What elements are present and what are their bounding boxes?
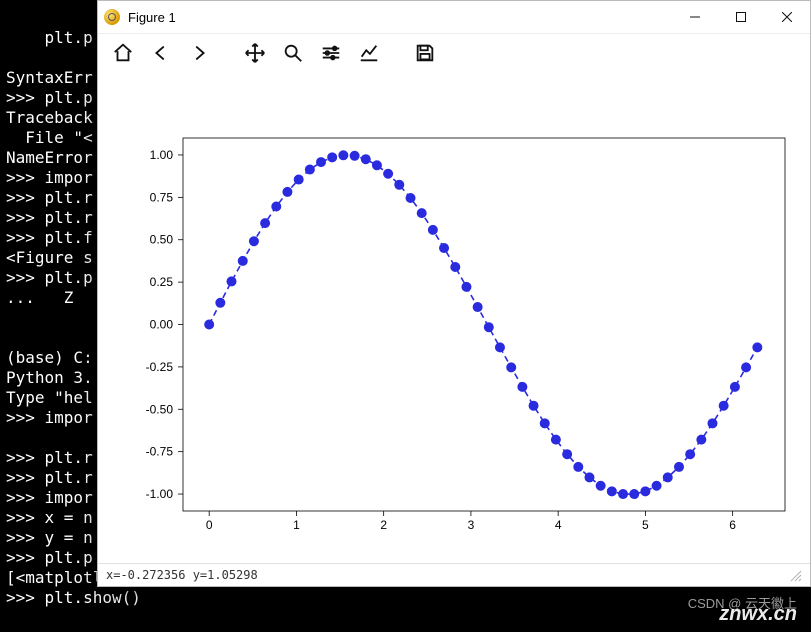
svg-text:6: 6 [729, 518, 736, 532]
svg-text:0.50: 0.50 [150, 233, 174, 247]
pan-icon[interactable] [236, 37, 274, 69]
svg-text:2: 2 [380, 518, 387, 532]
figure-statusbar: x=-0.272356 y=1.05298 [98, 563, 810, 586]
zoom-icon[interactable] [274, 37, 312, 69]
matplotlib-icon [104, 9, 120, 25]
save-icon[interactable] [406, 37, 444, 69]
edit-axis-icon[interactable] [350, 37, 388, 69]
figure-window: Figure 1 [97, 0, 811, 587]
forward-icon[interactable] [180, 37, 218, 69]
maximize-button[interactable] [718, 1, 764, 33]
svg-text:-0.25: -0.25 [146, 360, 174, 374]
svg-text:0.00: 0.00 [150, 318, 174, 332]
back-icon[interactable] [142, 37, 180, 69]
svg-text:4: 4 [555, 518, 562, 532]
configure-subplots-icon[interactable] [312, 37, 350, 69]
svg-text:3: 3 [468, 518, 475, 532]
svg-text:-0.50: -0.50 [146, 402, 174, 416]
svg-text:5: 5 [642, 518, 649, 532]
figure-titlebar: Figure 1 [98, 1, 810, 34]
svg-text:1.00: 1.00 [150, 148, 174, 162]
svg-text:1: 1 [293, 518, 300, 532]
svg-text:0: 0 [206, 518, 213, 532]
minimize-button[interactable] [672, 1, 718, 33]
figure-toolbar [98, 34, 810, 75]
resize-grip-icon[interactable] [788, 568, 802, 582]
svg-text:0.25: 0.25 [150, 275, 174, 289]
svg-text:-1.00: -1.00 [146, 487, 174, 501]
svg-text:0.75: 0.75 [150, 190, 174, 204]
svg-text:-0.75: -0.75 [146, 445, 174, 459]
home-icon[interactable] [104, 37, 142, 69]
plot-area[interactable]: 0 1 2 3 4 5 6 -1.00 -0.75 -0.50 -0.25 0.00 0.25 0.50 0… [98, 73, 810, 564]
close-button[interactable] [764, 1, 810, 33]
cursor-coords: x=-0.272356 y=1.05298 [106, 568, 258, 582]
figure-title: Figure 1 [128, 10, 176, 25]
